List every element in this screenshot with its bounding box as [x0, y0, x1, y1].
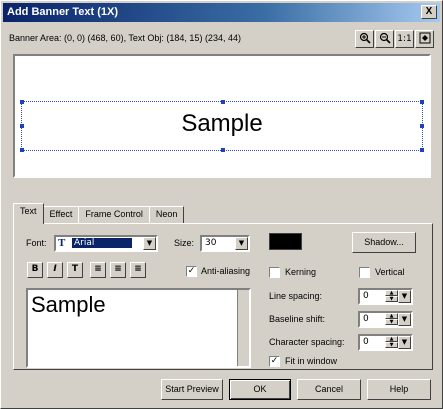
vertical-label: Vertical	[375, 267, 405, 277]
resize-handle[interactable]	[20, 148, 24, 152]
size-label: Size:	[174, 238, 195, 248]
help-button[interactable]: Help	[367, 379, 431, 400]
fit-in-window-checkbox[interactable]: ✓	[269, 356, 280, 367]
align-left-icon: ≡	[94, 264, 102, 274]
baseline-shift-value: 0	[363, 314, 369, 324]
bold-icon: B	[31, 264, 39, 274]
text-scrollbar[interactable]	[237, 290, 249, 366]
size-value: 30	[205, 238, 217, 248]
align-center-icon: ≡	[114, 264, 122, 274]
truetype-font-icon: T	[58, 237, 66, 249]
resize-handle[interactable]	[20, 100, 24, 104]
zoom-toolbar: 1:1	[355, 30, 434, 48]
spin-down-icon[interactable]: ▼	[385, 296, 398, 302]
font-label: Font:	[26, 238, 47, 248]
resize-handle[interactable]	[221, 148, 225, 152]
align-right-icon: ≡	[134, 264, 142, 274]
line-spacing-value: 0	[363, 291, 369, 301]
align-right-button[interactable]: ≡	[130, 262, 146, 278]
preview-text: Sample	[181, 110, 263, 137]
kerning-checkbox[interactable]	[269, 267, 280, 278]
baseline-shift-spinner[interactable]: 0 ▲ ▼ ▼	[358, 311, 413, 328]
text-tab-panel: Font: T Arial ▼ Size: 30 ▼ Shadow... B I…	[13, 223, 433, 370]
zoom-in-button[interactable]	[355, 30, 374, 48]
character-spacing-spinner[interactable]: 0 ▲ ▼ ▼	[358, 334, 413, 351]
fit-window-button[interactable]	[415, 30, 434, 48]
text-color-swatch[interactable]	[269, 233, 302, 250]
fit-window-icon	[419, 32, 431, 47]
zoom-out-button[interactable]	[375, 30, 394, 48]
text-input-value: Sample	[31, 292, 106, 317]
tab-strip: Text Effect Frame Control Neon	[13, 203, 185, 224]
resize-handle[interactable]	[420, 148, 424, 152]
zoom-in-icon	[359, 32, 371, 47]
tab-frame-control[interactable]: Frame Control	[78, 206, 150, 224]
ok-button[interactable]: OK	[229, 379, 291, 400]
chevron-down-icon[interactable]: ▼	[143, 237, 156, 250]
italic-button[interactable]: I	[47, 262, 63, 278]
kerning-label: Kerning	[285, 267, 317, 277]
baseline-shift-label: Baseline shift:	[269, 314, 326, 324]
actual-size-button[interactable]: 1:1	[395, 30, 414, 48]
align-center-button[interactable]: ≡	[110, 262, 126, 278]
spin-down-icon[interactable]: ▼	[385, 319, 398, 325]
anti-aliasing-label: Anti-aliasing	[201, 266, 251, 276]
anti-aliasing-checkbox[interactable]: ✓	[186, 266, 197, 277]
resize-handle[interactable]	[420, 100, 424, 104]
outline-text-icon: T	[71, 264, 79, 274]
line-spacing-label: Line spacing:	[269, 291, 323, 301]
font-select[interactable]: T Arial ▼	[54, 235, 158, 252]
close-button[interactable]: X	[421, 5, 437, 19]
spin-down-icon[interactable]: ▼	[385, 342, 398, 348]
italic-icon: I	[53, 264, 57, 274]
character-spacing-value: 0	[363, 337, 369, 347]
window-title: Add Banner Text (1X)	[7, 6, 119, 18]
actual-size-icon: 1:1	[397, 34, 412, 44]
outline-button[interactable]: T	[67, 262, 83, 278]
text-input-area[interactable]: Sample	[26, 288, 251, 368]
line-spacing-spinner[interactable]: 0 ▲ ▼ ▼	[358, 288, 413, 305]
chevron-down-icon[interactable]: ▼	[398, 290, 411, 303]
tab-text[interactable]: Text	[13, 203, 44, 224]
dialog-window: Add Banner Text (1X) X Banner Area: (0, …	[0, 0, 443, 409]
bold-button[interactable]: B	[27, 262, 43, 278]
banner-preview: Sample	[13, 54, 431, 178]
shadow-button[interactable]: Shadow...	[352, 232, 416, 253]
tab-neon[interactable]: Neon	[148, 206, 185, 224]
chevron-down-icon[interactable]: ▼	[398, 313, 411, 326]
font-value: Arial	[72, 238, 132, 248]
start-preview-button[interactable]: Start Preview	[161, 379, 223, 400]
text-object-frame[interactable]: Sample	[20, 100, 424, 152]
cancel-button[interactable]: Cancel	[297, 379, 361, 400]
align-left-button[interactable]: ≡	[90, 262, 106, 278]
chevron-down-icon[interactable]: ▼	[235, 237, 248, 250]
vertical-checkbox[interactable]	[359, 267, 370, 278]
zoom-out-icon	[379, 32, 391, 47]
title-bar: Add Banner Text (1X) X	[3, 3, 440, 22]
resize-handle[interactable]	[221, 100, 225, 104]
chevron-down-icon[interactable]: ▼	[398, 336, 411, 349]
banner-area-info: Banner Area: (0, 0) (468, 60), Text Obj:…	[9, 33, 241, 43]
character-spacing-label: Character spacing:	[269, 337, 345, 347]
size-select[interactable]: 30 ▼	[200, 235, 250, 252]
tab-effect[interactable]: Effect	[42, 206, 80, 224]
fit-in-window-label: Fit in window	[285, 356, 338, 366]
